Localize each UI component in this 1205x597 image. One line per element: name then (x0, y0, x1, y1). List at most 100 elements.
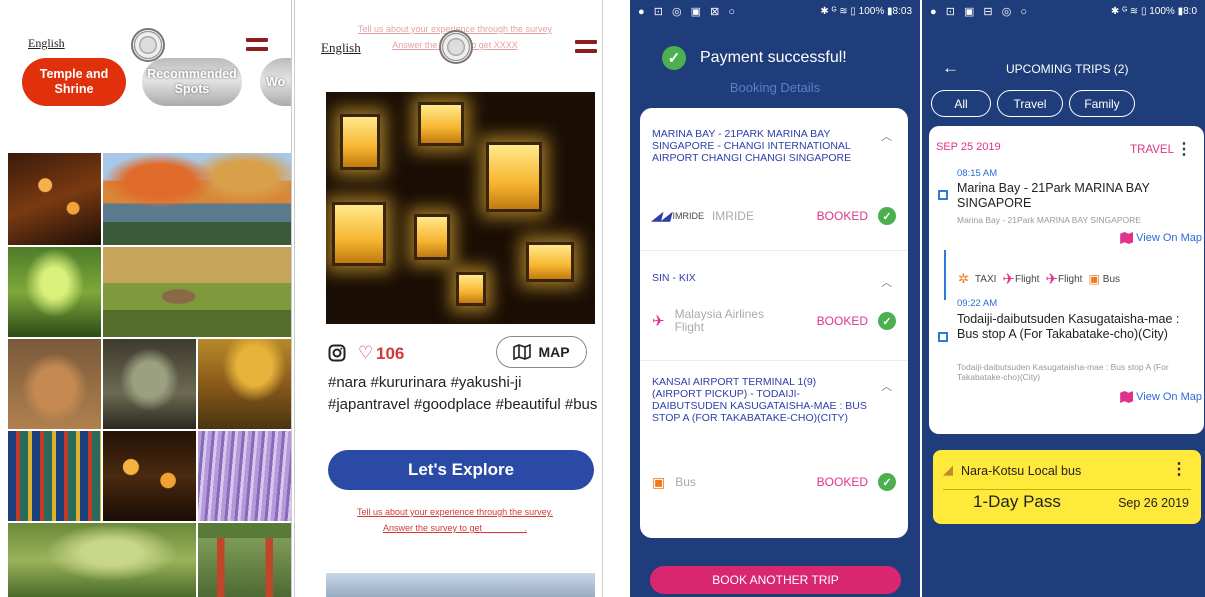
back-arrow-icon[interactable]: ← (942, 58, 959, 78)
booking-route: SIN - KIX (652, 272, 696, 284)
photo-lantern-row[interactable] (103, 431, 196, 521)
hashtags: #nara #kururinara #yakushi-ji #japantrav… (328, 374, 598, 413)
transport-modes: ✲ TAXI ✈ Flight ✈ Flight ▣ Bus (958, 270, 1126, 288)
collapse-caret-icon[interactable]: ︿ (881, 128, 892, 144)
photo-grid (8, 153, 291, 597)
mode-label: Bus (1102, 273, 1121, 285)
category-temple-shrine[interactable]: Temple and Shrine (22, 58, 126, 106)
stop-time: 09:22 AM (957, 298, 998, 309)
featured-photo[interactable] (326, 92, 595, 324)
stop-title: Todaiji-daibutsuden Kasugataisha-mae : B… (957, 312, 1180, 341)
status-icons-left: ● ⊡ ◎ ▣ ⊠ ○ (638, 5, 738, 18)
heart-icon[interactable]: ♡ (358, 343, 373, 363)
next-photo[interactable] (326, 573, 595, 597)
explore-button[interactable]: Let's Explore (328, 450, 594, 490)
lantern-shape (340, 114, 380, 170)
photo-deer-face[interactable] (8, 339, 101, 429)
photo-buddha-statue[interactable] (103, 339, 196, 429)
booked-check-icon: ✓ (878, 473, 896, 491)
booking-card: MARINA BAY - 21PARK MARINA BAY SINGAPORE… (640, 108, 908, 538)
like-count: 106 (376, 344, 405, 363)
stop-marker-icon (938, 332, 948, 342)
mode-label: TAXI (974, 273, 997, 285)
screen-payment-success: ● ⊡ ◎ ▣ ⊠ ○ ✱ ᴳ ≋ ▯ 100% ▮8:03 ✓ Payment… (630, 0, 920, 597)
lantern-shape (418, 102, 464, 146)
lantern-shape (526, 242, 574, 282)
category-label: Wo (266, 74, 286, 89)
taxi-icon: ✲ (958, 271, 969, 286)
status-badge: BOOKED (816, 475, 868, 489)
temple-seal-icon[interactable] (131, 28, 165, 62)
trip-tag: TRAVEL (1130, 144, 1174, 156)
photo-deer-meadow[interactable] (103, 247, 291, 337)
collapse-caret-icon[interactable]: ︿ (881, 274, 892, 290)
photo-wisteria[interactable] (198, 431, 291, 521)
language-link[interactable]: English (28, 36, 65, 51)
stop-subtitle: Marina Bay - 21Park MARINA BAY SINGAPORE (957, 215, 1141, 225)
more-options-icon[interactable]: ⋮ (1176, 139, 1192, 159)
photo-green-path[interactable] (8, 247, 101, 337)
map-icon (513, 344, 532, 360)
booking-provider-row: ▣ Bus BOOKED ✓ (652, 470, 896, 494)
lantern-shape (332, 202, 386, 266)
bus-icon: ▣ (1088, 272, 1100, 286)
category-recommended-spots[interactable]: Recommended Spots (142, 58, 242, 106)
provider-name: Bus (675, 474, 696, 489)
photo-torii-gate[interactable] (198, 523, 291, 597)
divider (640, 360, 908, 361)
survey-link-line-2[interactable]: Answer the survey to get ________. (335, 523, 575, 533)
trip-card[interactable]: SEP 25 2019 TRAVEL ⋮ 08:15 AM Marina Bay… (929, 126, 1204, 434)
lantern-shape (456, 272, 486, 306)
status-badge: BOOKED (816, 314, 868, 328)
map-button[interactable]: MAP (496, 336, 587, 368)
payment-title: Payment successful! (700, 49, 847, 66)
stop-subtitle: Todaiji-daibutsuden Kasugataisha-mae : B… (957, 362, 1169, 382)
language-link[interactable]: English (321, 40, 361, 56)
stop-title: Marina Bay - 21Park MARINA BAY SINGAPORE (957, 181, 1150, 210)
stop-time: 08:15 AM (957, 168, 998, 179)
temple-seal-icon[interactable] (439, 30, 473, 64)
survey-link-line-1[interactable]: Tell us about your experience through th… (335, 507, 575, 517)
pass-name: 1-Day Pass (973, 492, 1061, 511)
booking-route: KANSAI AIRPORT TERMINAL 1(9) (AIRPORT PI… (652, 376, 867, 424)
imride-logo-text: IMRIDE (672, 211, 704, 221)
hamburger-menu-icon[interactable] (575, 40, 597, 58)
view-on-map-link[interactable]: View On Map (1120, 391, 1202, 403)
more-options-icon[interactable]: ⋮ (1171, 459, 1187, 479)
booking-provider-row: ◢◢ IMRIDE IMRIDE BOOKED ✓ (652, 204, 896, 228)
filter-chip-family[interactable]: Family (1069, 90, 1135, 117)
divider (943, 489, 1191, 490)
collapse-caret-icon[interactable]: ︿ (881, 378, 892, 394)
booked-check-icon: ✓ (878, 207, 896, 225)
provider-name: IMRIDE (711, 208, 754, 223)
booking-details-label: Booking Details (729, 80, 821, 95)
map-label: MAP (538, 344, 570, 360)
trip-date: SEP 25 2019 (936, 141, 1001, 153)
photo-golden-leaves[interactable] (198, 339, 291, 429)
bus-operator-icon: ◢ (943, 462, 953, 477)
status-bar: ● ⊡ ◎ ▣ ⊠ ○ ✱ ᴳ ≋ ▯ 100% ▮8:03 (630, 0, 920, 22)
category-label: Recommended Spots (147, 67, 237, 96)
view-on-map-label: View On Map (1136, 391, 1202, 403)
bus-pass-card[interactable]: ◢ Nara-Kotsu Local bus ⋮ 1-Day Pass Sep … (933, 450, 1201, 524)
photo-forest[interactable] (8, 523, 196, 597)
divider (640, 250, 908, 251)
photo-actions: ♡ 106 MAP (326, 336, 595, 370)
photo-stained-glass[interactable] (8, 431, 101, 521)
map-icon (1120, 232, 1134, 244)
view-on-map-link[interactable]: View On Map (1120, 232, 1202, 244)
photo-lanterns[interactable] (8, 153, 101, 245)
category-label: Temple and Shrine (39, 67, 109, 96)
stop-marker-icon (938, 190, 948, 200)
filter-chip-all[interactable]: All (931, 90, 991, 117)
photo-autumn-pond[interactable] (103, 153, 291, 245)
bus-icon: ▣ (652, 473, 666, 490)
category-more[interactable]: Wo (260, 58, 291, 106)
lantern-shape (486, 142, 542, 212)
hamburger-menu-icon[interactable] (246, 38, 268, 56)
filter-chip-travel[interactable]: Travel (997, 90, 1063, 117)
provider-name: Malaysia Airlines Flight (674, 307, 764, 334)
book-another-trip-button[interactable]: BOOK ANOTHER TRIP (650, 566, 901, 594)
instagram-icon[interactable] (328, 344, 346, 362)
status-badge: BOOKED (816, 209, 868, 223)
